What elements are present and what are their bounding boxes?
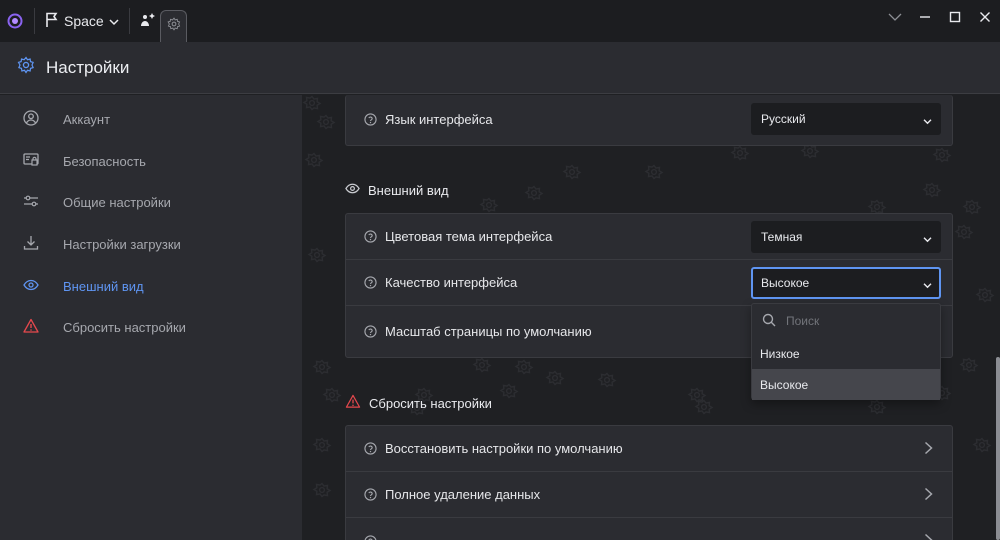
sidebar-item-label: Безопасность [63,153,146,169]
sidebar-item-appearance[interactable]: Внешний вид [0,266,302,306]
title-bar: Space [0,0,1000,42]
page-title: Настройки [46,57,130,77]
chevron-down-icon [923,278,932,292]
space-switcher[interactable]: Space [39,0,125,42]
security-icon [23,152,39,171]
language-label: Язык интерфейса [385,112,493,127]
dropdown-search[interactable]: Поиск [752,304,940,338]
sidebar-item-label: Аккаунт [63,111,111,127]
sidebar-item-general-settings[interactable]: Общие настройки [0,182,302,222]
help-icon[interactable] [363,276,377,290]
warning-icon [345,394,361,412]
search-placeholder: Поиск [786,314,820,328]
app-logo-icon[interactable] [0,0,30,42]
dropdown-option-low[interactable]: Низкое [752,338,940,369]
agent-sparkle-icon [140,11,156,32]
reset-card: Восстановить настройки по умолчанию Полн… [345,425,953,540]
delete-data-label: Полное удаление данных [385,487,541,502]
theme-row: Цветовая тема интерфейса Темная [346,214,952,260]
restore-defaults-label: Восстановить настройки по умолчанию [385,441,623,456]
space-label: Space [64,13,104,29]
sidebar-item-reset-settings[interactable]: Сбросить настройки [0,307,302,347]
chevron-right-icon [924,441,933,458]
chevron-right-icon [924,487,933,504]
chevron-down-icon [923,114,932,128]
chevron-right-icon [924,533,933,540]
chevron-down-icon [109,13,119,29]
page-header: Настройки [0,42,1000,94]
section-title-text: Внешний вид [368,182,449,198]
appearance-section-title: Внешний вид [345,181,449,199]
scrollbar[interactable] [996,357,1000,540]
help-icon[interactable] [363,230,377,244]
sidebar-item-account[interactable]: Аккаунт [0,99,302,139]
help-icon[interactable] [363,325,377,339]
search-icon [762,313,776,330]
flag-icon [45,12,59,31]
quality-row: Качество интерфейса Высокое [346,260,952,306]
collapse-button[interactable] [880,0,910,34]
reset-item-row[interactable] [346,518,952,540]
quality-select-value: Высокое [761,276,810,290]
sidebar-item-label: Внешний вид [63,278,144,294]
language-select[interactable]: Русский [751,103,941,135]
minimize-button[interactable] [910,0,940,34]
dropdown-option-high[interactable]: Высокое [752,369,940,400]
theme-label: Цветовая тема интерфейса [385,229,553,244]
language-card: Язык интерфейса Русский [345,95,953,146]
sidebar-item-label: Общие настройки [63,194,171,210]
chevron-down-icon [923,232,932,246]
help-icon[interactable] [363,442,377,456]
theme-select[interactable]: Темная [751,221,941,253]
scale-label: Масштаб страницы по умолчанию [385,324,592,339]
language-row: Язык интерфейса Русский [346,95,952,144]
language-select-value: Русский [761,112,806,126]
theme-select-value: Темная [761,230,803,244]
download-icon [23,235,39,254]
title-bar-separator [34,8,35,34]
sidebar-item-security[interactable]: Безопасность [0,141,302,181]
sidebar-item-label: Сбросить настройки [63,319,186,335]
help-icon[interactable] [363,488,377,502]
maximize-button[interactable] [940,0,970,34]
window-controls [880,0,1000,34]
sidebar-item-label: Настройки загрузки [63,236,181,252]
gear-icon [17,56,35,79]
gear-icon [166,17,181,36]
help-icon[interactable] [363,113,377,127]
eye-icon [23,277,39,296]
quality-select[interactable]: Высокое [751,267,941,299]
settings-tab[interactable] [160,10,187,42]
eye-icon [345,181,360,199]
sidebar: Аккаунт Безопасность Общие настройки Нас… [0,95,302,540]
quality-dropdown: Поиск Низкое Высокое [751,303,941,400]
help-icon[interactable] [363,534,377,540]
reset-section-title: Сбросить настройки [345,394,492,412]
quality-label: Качество интерфейса [385,275,518,290]
restore-defaults-row[interactable]: Восстановить настройки по умолчанию [346,426,952,472]
section-title-text: Сбросить настройки [369,395,492,411]
title-bar-separator [128,8,130,34]
close-button[interactable] [970,0,1000,34]
warning-icon [23,318,39,337]
user-circle-icon [23,109,39,129]
sidebar-item-download-settings[interactable]: Настройки загрузки [0,224,302,264]
delete-data-row[interactable]: Полное удаление данных [346,472,952,518]
sliders-icon [23,193,39,212]
